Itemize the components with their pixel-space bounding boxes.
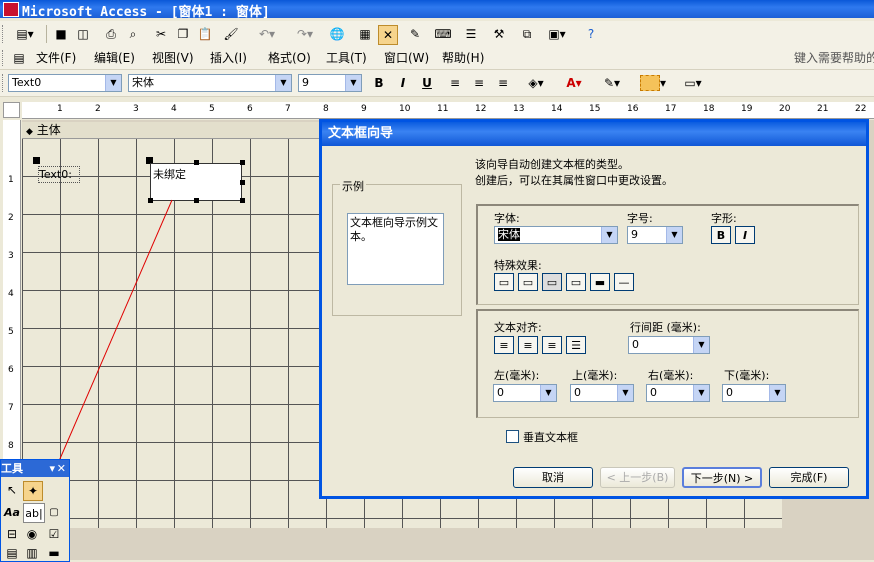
effects-label: 特殊效果: (494, 259, 542, 272)
toggle-button-tool-icon[interactable]: ⊟ (3, 525, 21, 543)
checkbox-tool-icon[interactable]: ☑ (45, 525, 63, 543)
align-center-icon[interactable]: ≡ (518, 336, 538, 354)
command-button-tool-icon[interactable]: ▬ (45, 544, 63, 562)
chevron-down-icon[interactable]: ▼ (769, 385, 785, 401)
wizard-intro-line2: 创建后，可以在其属性窗口中更改设置。 (475, 174, 673, 187)
chevron-down-icon[interactable]: ▼ (601, 227, 617, 243)
effect-sunken-button[interactable]: ▭ (542, 273, 562, 291)
textbox-wizard-dialog: 文本框向导 该向导自动创建文本框的类型。 创建后，可以在其属性窗口中更改设置。 … (319, 119, 869, 499)
vertical-text-checkbox[interactable] (506, 430, 519, 443)
back-button[interactable]: < 上一步(B) (600, 467, 675, 488)
cancel-button[interactable]: 取消 (513, 467, 593, 488)
finish-button[interactable]: 完成(F) (769, 467, 849, 488)
chevron-down-icon[interactable]: ▼ (693, 337, 709, 353)
toolbox-title: 工具 (1, 462, 23, 475)
dialog-title: 文本框向导 (322, 122, 866, 146)
top-margin-label: 上(毫米): (572, 369, 618, 382)
list-box-tool-icon[interactable]: ▥ (23, 544, 41, 562)
vertical-text-label: 垂直文本框 (523, 431, 578, 444)
next-button[interactable]: 下一步(N) > (682, 467, 762, 488)
wizard-intro-line1: 该向导自动创建文本框的类型。 (475, 158, 629, 171)
align-label: 文本对齐: (494, 321, 542, 334)
size-select-value: 9 (631, 228, 638, 241)
toolbox-title-bar[interactable]: 工具 ▾ ✕ (1, 460, 69, 477)
size-label: 字号: (627, 212, 653, 225)
italic-button[interactable]: I (735, 226, 755, 244)
textbox-tool[interactable]: ab| (23, 503, 45, 523)
spacing-select[interactable]: 0 ▼ (628, 336, 710, 354)
left-margin-select[interactable]: 0 ▼ (493, 384, 557, 402)
chevron-down-icon[interactable]: ▼ (693, 385, 709, 401)
effect-etched-button[interactable]: ▭ (566, 273, 586, 291)
select-pointer-icon[interactable]: ↖ (3, 481, 21, 499)
effect-shadowed-button[interactable]: ▬ (590, 273, 610, 291)
font-label: 字体: (494, 212, 520, 225)
bold-button[interactable]: B (711, 226, 731, 244)
effect-flat-button[interactable]: ▭ (494, 273, 514, 291)
top-margin-select[interactable]: 0 ▼ (570, 384, 634, 402)
left-margin-value: 0 (497, 386, 504, 399)
dropdown-icon[interactable]: ▾ (49, 460, 55, 477)
effect-raised-button[interactable]: ▭ (518, 273, 538, 291)
close-icon[interactable]: ✕ (57, 460, 66, 477)
font-select-value: 宋体 (498, 228, 520, 241)
spacing-select-value: 0 (632, 338, 639, 351)
spacing-label: 行间距 (毫米): (630, 321, 701, 334)
effect-chiseled-button[interactable]: — (614, 273, 634, 291)
sample-preview: 文本框向导示例文本。 (347, 213, 444, 285)
bottom-margin-value: 0 (726, 386, 733, 399)
top-margin-value: 0 (574, 386, 581, 399)
align-left-icon[interactable]: ≡ (494, 336, 514, 354)
style-label: 字形: (711, 212, 737, 225)
bottom-margin-select[interactable]: 0 ▼ (722, 384, 786, 402)
right-margin-value: 0 (650, 386, 657, 399)
align-right-icon[interactable]: ≡ (542, 336, 562, 354)
align-justify-icon[interactable]: ☰ (566, 336, 586, 354)
size-select[interactable]: 9 ▼ (627, 226, 683, 244)
label-tool[interactable]: Aa (3, 503, 21, 521)
chevron-down-icon[interactable]: ▼ (666, 227, 682, 243)
left-margin-label: 左(毫米): (494, 369, 540, 382)
combo-box-tool-icon[interactable]: ▤ (3, 544, 21, 562)
option-button-tool-icon[interactable]: ◉ (23, 525, 41, 543)
toolbox-palette: 工具 ▾ ✕ ↖ ✦ Aa ab| ▢ ⊟ ◉ ☑ ▤ ▥ ▬ (0, 459, 70, 562)
sample-group-label: 示例 (340, 178, 366, 194)
chevron-down-icon[interactable]: ▼ (617, 385, 633, 401)
right-margin-label: 右(毫米): (648, 369, 694, 382)
option-group-tool-icon[interactable]: ▢ (45, 503, 63, 521)
font-select[interactable]: 宋体 ▼ (494, 226, 618, 244)
chevron-down-icon[interactable]: ▼ (540, 385, 556, 401)
bottom-margin-label: 下(毫米): (724, 369, 770, 382)
right-margin-select[interactable]: 0 ▼ (646, 384, 710, 402)
control-wizards-icon[interactable]: ✦ (23, 481, 43, 501)
